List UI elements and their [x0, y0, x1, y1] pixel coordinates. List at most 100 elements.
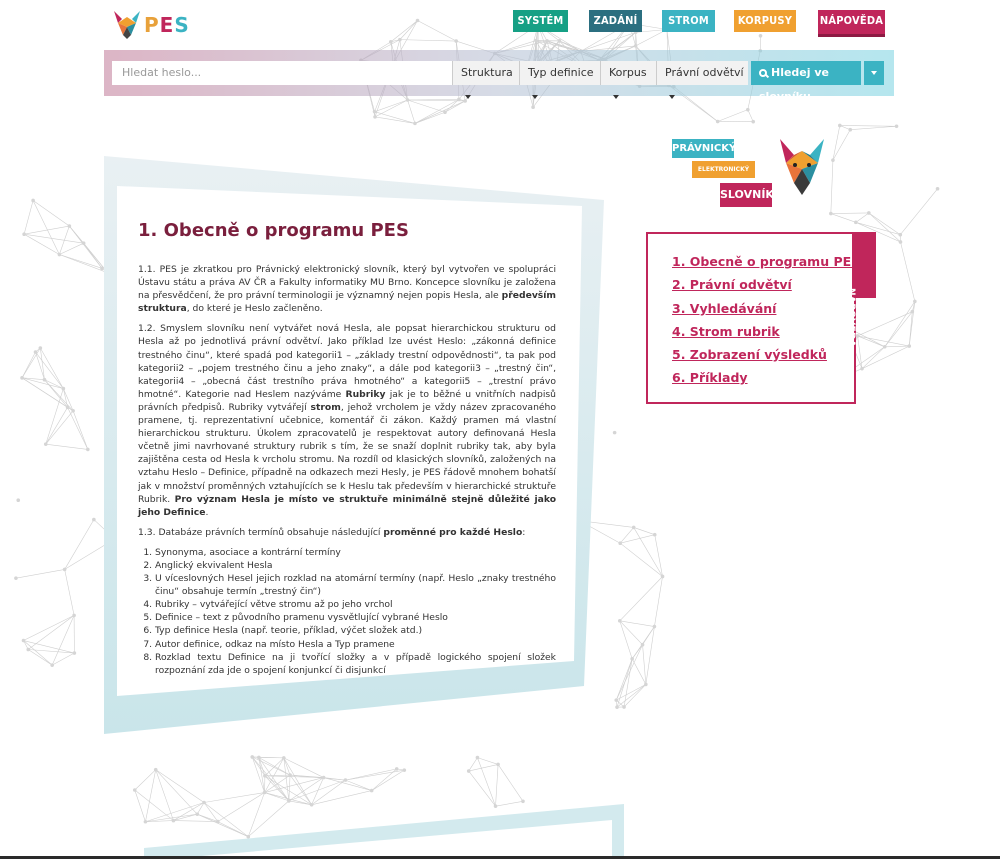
network-node: [389, 40, 393, 44]
network-link: [407, 99, 446, 113]
network-link: [477, 757, 499, 765]
network-node: [263, 774, 267, 778]
network-link: [619, 527, 634, 544]
variables-list: Synonyma, asociace a kontrární termíny A…: [155, 546, 556, 677]
network-link: [40, 347, 45, 380]
nav-korpusy[interactable]: KORPUSY: [734, 10, 796, 32]
search-input[interactable]: Hledat heslo...: [112, 61, 452, 85]
top-navigation: SYSTÉM ZADÁNÍ STROM KORPUSY NÁPOVĚDA: [0, 10, 1000, 37]
list-item: Autor definice, odkaz na místo Hesla a T…: [155, 638, 556, 651]
network-link: [633, 527, 655, 535]
network-link: [616, 684, 647, 708]
network-node: [652, 624, 657, 629]
network-node: [898, 232, 903, 237]
network-node: [614, 698, 619, 702]
network-link: [861, 346, 885, 369]
network-node: [838, 123, 842, 128]
nav-strom[interactable]: STROM: [662, 10, 715, 32]
list-item: Rubriky – vytvářející větve stromu až po…: [155, 598, 556, 611]
network-node: [92, 517, 96, 522]
network-node: [630, 657, 634, 661]
network-link: [155, 769, 205, 803]
network-link: [830, 213, 856, 223]
network-link: [264, 774, 291, 777]
network-node: [71, 408, 75, 413]
network-node: [631, 525, 636, 530]
search-button[interactable]: Hledej ve slovníku: [751, 61, 861, 103]
network-node: [898, 240, 903, 244]
network-link: [407, 99, 459, 101]
network-node: [633, 44, 638, 48]
network-link: [616, 684, 646, 701]
network-link: [69, 225, 84, 244]
network-node: [617, 619, 622, 623]
caret-down-icon: [669, 95, 675, 99]
filter-pravni-odvetvi-dropdown[interactable]: Právní odvětví: [656, 61, 748, 99]
network-node: [715, 119, 720, 124]
network-node: [854, 220, 858, 225]
network-link: [414, 100, 466, 124]
network-node: [14, 576, 18, 580]
network-link: [747, 109, 754, 122]
network-link: [264, 757, 285, 777]
nav-system[interactable]: SYSTÉM: [513, 10, 568, 32]
network-link: [900, 188, 938, 235]
network-link: [32, 200, 60, 255]
network-node: [343, 778, 348, 782]
nav-zadani[interactable]: ZADÁNÍ: [589, 10, 642, 32]
network-node: [534, 38, 538, 43]
network-node: [545, 39, 549, 43]
toc-link-strom-rubrik[interactable]: 4. Strom rubrik: [672, 320, 860, 343]
network-link: [857, 335, 910, 347]
network-node: [882, 345, 887, 349]
network-link: [884, 301, 916, 347]
network-link: [64, 569, 75, 616]
filter-korpus-dropdown[interactable]: Korpus: [600, 61, 656, 99]
network-link: [399, 39, 457, 42]
network-link: [290, 774, 346, 781]
network-link: [32, 200, 70, 227]
toc-link-vyhledavani[interactable]: 3. Vyhledávání: [672, 297, 860, 320]
network-node: [250, 755, 255, 759]
table-of-contents: 1. Obecně o programu PES 2. Právní odvět…: [646, 232, 860, 404]
network-link: [72, 410, 89, 450]
network-link: [28, 649, 53, 666]
network-node: [288, 773, 292, 777]
filter-typ-definice-dropdown[interactable]: Typ definice: [519, 61, 600, 99]
network-node: [413, 121, 417, 126]
network-link: [832, 129, 851, 161]
toc-link-pravni-odvetvi[interactable]: 2. Právní odvětví: [672, 273, 860, 296]
network-node: [373, 115, 377, 119]
filter-struktura-dropdown[interactable]: Struktura: [452, 61, 519, 99]
network-node: [402, 768, 407, 772]
toc-link-obecne[interactable]: 1. Obecně o programu PES: [672, 250, 860, 273]
nav-napoveda[interactable]: NÁPOVĚDA: [818, 10, 885, 37]
network-link: [45, 443, 88, 450]
network-link: [832, 125, 841, 161]
network-link: [345, 768, 397, 781]
network-node: [398, 37, 402, 42]
network-link: [24, 225, 70, 235]
network-node: [33, 350, 38, 354]
network-node: [262, 790, 267, 795]
network-link: [616, 658, 633, 708]
network-link: [857, 335, 885, 348]
network-node: [22, 232, 26, 236]
toc-link-priklady[interactable]: 6. Příklady: [672, 366, 860, 389]
network-node: [42, 377, 47, 382]
network-link: [830, 212, 869, 214]
network-node: [282, 756, 286, 760]
network-link: [717, 109, 748, 122]
network-link: [45, 410, 74, 445]
network-link: [620, 542, 663, 577]
network-node: [660, 574, 665, 579]
search-icon: [759, 69, 767, 77]
toc-link-zobrazeni-vysledku[interactable]: 5. Zobrazení výsledků: [672, 343, 860, 366]
network-link: [850, 125, 897, 131]
network-link: [24, 233, 84, 244]
search-options-toggle[interactable]: [864, 61, 884, 85]
network-link: [642, 644, 647, 685]
network-node: [640, 642, 645, 647]
network-link: [64, 519, 95, 570]
list-item: Rozklad textu Definice na ji tvořící slo…: [155, 651, 556, 677]
